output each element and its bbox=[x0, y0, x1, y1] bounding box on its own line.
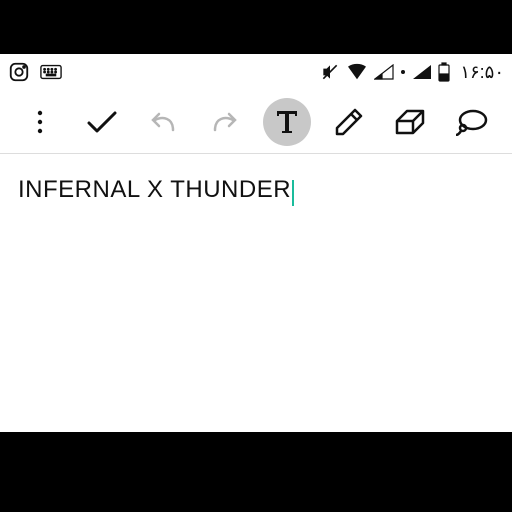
editor-area[interactable]: INFERNAL X THUNDER bbox=[0, 154, 512, 228]
text-cursor bbox=[292, 180, 294, 206]
pen-tool-button[interactable] bbox=[325, 98, 373, 146]
signal-1-icon bbox=[374, 64, 394, 80]
redo-button[interactable] bbox=[201, 98, 249, 146]
toolbar bbox=[0, 90, 512, 154]
eraser-tool-button[interactable] bbox=[386, 98, 434, 146]
mute-icon bbox=[320, 62, 340, 82]
lasso-tool-button[interactable] bbox=[448, 98, 496, 146]
wifi-icon bbox=[346, 63, 368, 81]
status-left bbox=[8, 61, 62, 83]
instagram-icon bbox=[8, 61, 30, 83]
confirm-button[interactable] bbox=[78, 98, 126, 146]
more-options-button[interactable] bbox=[16, 98, 64, 146]
editor-text: INFERNAL X THUNDER bbox=[18, 176, 291, 203]
keyboard-icon bbox=[40, 64, 62, 80]
phone-screen: ۱۶:۵۰ bbox=[0, 54, 512, 432]
dot-icon bbox=[400, 69, 406, 75]
status-time: ۱۶:۵۰ bbox=[460, 62, 504, 83]
signal-2-icon bbox=[412, 64, 432, 80]
status-bar: ۱۶:۵۰ bbox=[0, 54, 512, 90]
undo-button[interactable] bbox=[139, 98, 187, 146]
battery-icon bbox=[438, 62, 450, 82]
text-tool-button[interactable] bbox=[263, 98, 311, 146]
status-right: ۱۶:۵۰ bbox=[320, 62, 504, 83]
